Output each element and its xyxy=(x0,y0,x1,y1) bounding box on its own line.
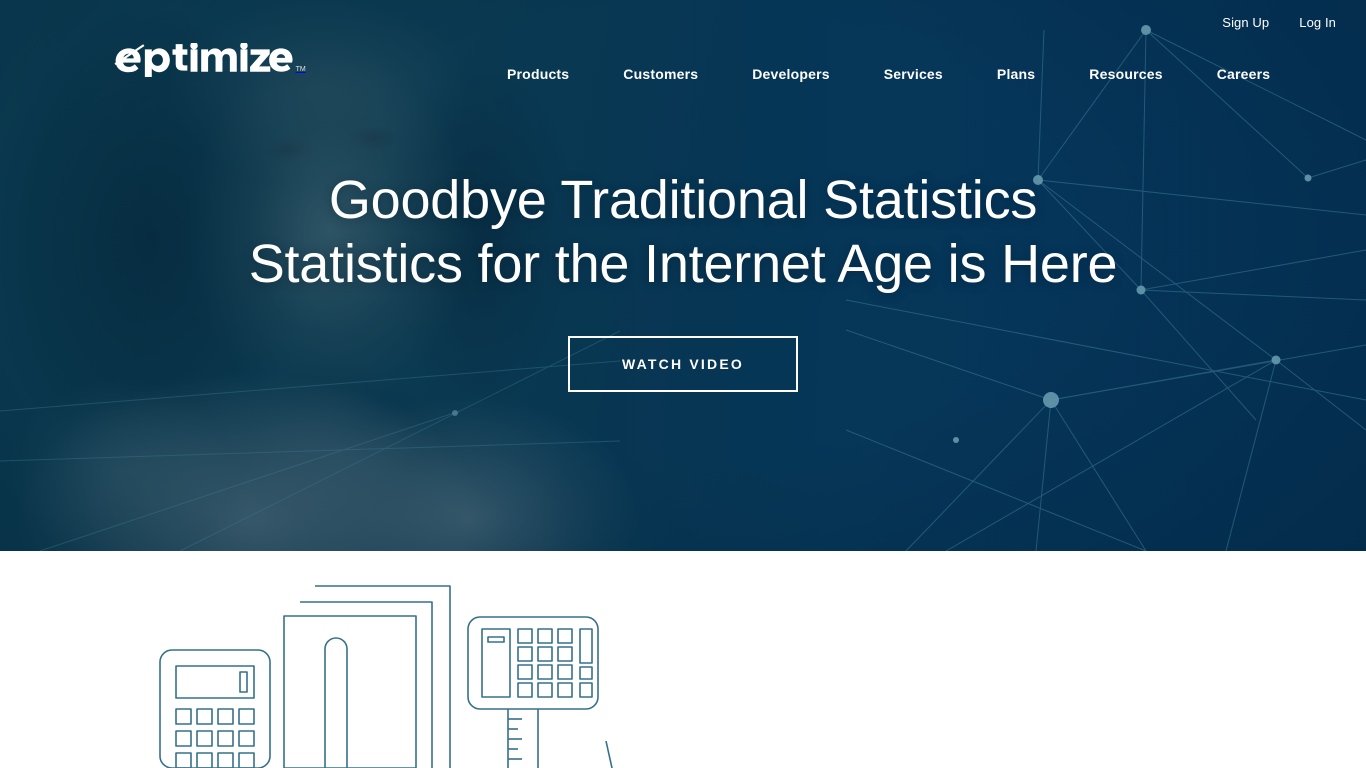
calculator-left xyxy=(159,649,271,768)
nav-item-developers[interactable]: Developers xyxy=(725,66,856,82)
nav-item-services[interactable]: Services xyxy=(857,66,970,82)
document-sheet-front xyxy=(283,615,417,768)
hero-headline-line-2: Statistics for the Internet Age is Here xyxy=(248,234,1118,294)
document-sheet-back xyxy=(315,585,451,768)
nav-item-customers[interactable]: Customers xyxy=(596,66,725,82)
trademark-symbol: TM xyxy=(295,66,306,73)
hero-content: Goodbye Traditional Statistics Statistic… xyxy=(0,168,1366,392)
calculator-right xyxy=(467,616,599,710)
optimizely-logo-link[interactable]: TM xyxy=(113,43,306,77)
sign-up-link[interactable]: Sign Up xyxy=(1222,15,1269,30)
features-section xyxy=(0,551,1366,768)
pencil xyxy=(605,740,613,768)
hero-headline: Goodbye Traditional Statistics Statistic… xyxy=(0,168,1366,296)
document-sheet-middle xyxy=(300,601,433,768)
page-root: Sign Up Log In TM Products Customers Dev… xyxy=(0,0,1366,768)
line-art-illustration xyxy=(159,585,613,768)
watch-video-button[interactable]: WATCH VIDEO xyxy=(568,336,798,392)
main-navigation: TM Products Customers Developers Service… xyxy=(0,43,1366,103)
nav-item-plans[interactable]: Plans xyxy=(970,66,1062,82)
nav-item-resources[interactable]: Resources xyxy=(1062,66,1189,82)
hero-headline-line-1: Goodbye Traditional Statistics xyxy=(328,170,1038,230)
nav-links: Products Customers Developers Services P… xyxy=(480,45,1297,103)
utility-bar: Sign Up Log In xyxy=(0,0,1366,45)
nav-item-products[interactable]: Products xyxy=(480,66,596,82)
ruler xyxy=(507,709,539,768)
document-tab xyxy=(324,637,348,768)
log-in-link[interactable]: Log In xyxy=(1299,15,1336,30)
optimizely-logo-icon xyxy=(114,43,293,77)
nav-item-careers[interactable]: Careers xyxy=(1190,66,1298,82)
hero-section: Sign Up Log In TM Products Customers Dev… xyxy=(0,0,1366,551)
